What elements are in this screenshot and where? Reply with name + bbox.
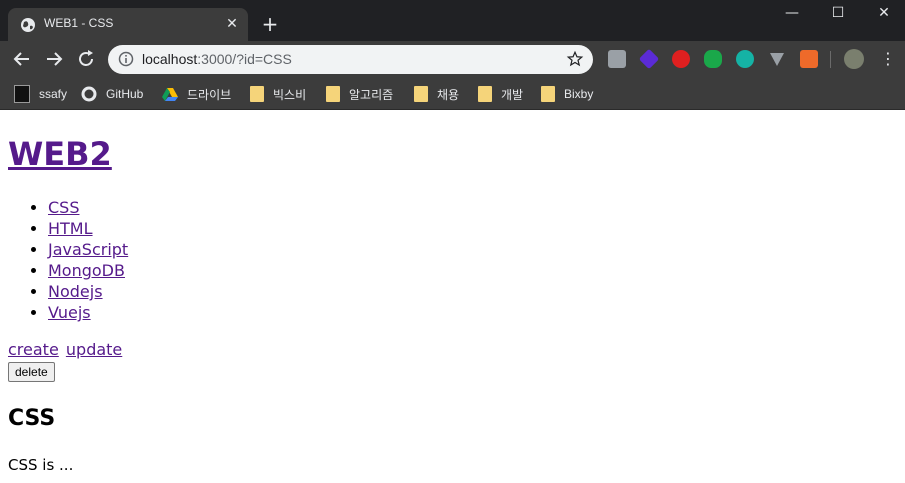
menu-kebab-icon[interactable]: ⋮	[880, 49, 896, 69]
topic-link-mongodb[interactable]: MongoDB	[48, 261, 125, 280]
bookmark-folder[interactable]: 개발	[478, 85, 523, 103]
folder-icon	[541, 86, 555, 102]
tab-title: WEB1 - CSS	[44, 16, 114, 30]
new-tab-icon[interactable]: +	[259, 14, 281, 36]
control-links: create update	[8, 339, 124, 360]
list-item: JavaScript	[48, 239, 128, 260]
profile-avatar[interactable]	[844, 49, 864, 69]
ext-4-icon[interactable]	[704, 50, 722, 68]
ext-6-icon[interactable]	[768, 50, 786, 68]
list-item: Vuejs	[48, 302, 128, 323]
close-tab-icon[interactable]: ✕	[224, 16, 240, 32]
url-text[interactable]: localhost:3000/?id=CSS	[142, 51, 292, 67]
address-bar[interactable]: localhost:3000/?id=CSS	[108, 45, 593, 74]
article-body: CSS is ...	[8, 456, 74, 474]
back-arrow-icon[interactable]	[10, 47, 34, 71]
delete-button[interactable]: delete	[8, 362, 55, 382]
globe-icon	[21, 18, 35, 32]
bookmark-folder[interactable]: 알고리즘	[326, 85, 393, 103]
topic-link-javascript[interactable]: JavaScript	[48, 240, 128, 259]
window-close-icon[interactable]: ✕	[861, 0, 905, 28]
browser-tab[interactable]: WEB1 - CSS ✕	[8, 8, 248, 41]
list-item: HTML	[48, 218, 128, 239]
forward-arrow-icon[interactable]	[42, 47, 66, 71]
folder-icon	[414, 86, 428, 102]
ext-2-icon[interactable]	[638, 48, 660, 70]
ext-7-icon[interactable]	[800, 50, 818, 68]
maximize-icon[interactable]: ☐	[815, 0, 861, 28]
page-content: WEB2 CSS HTML JavaScript MongoDB Nodejs …	[0, 110, 905, 483]
bookmark-folder[interactable]: 채용	[414, 85, 459, 103]
toolbar-divider	[830, 51, 831, 68]
bookmark-star-icon[interactable]	[566, 50, 584, 68]
page-title: WEB2	[8, 135, 112, 173]
ext-5-icon[interactable]	[736, 50, 754, 68]
browser-toolbar: localhost:3000/?id=CSS ⋮	[0, 41, 905, 78]
home-link[interactable]: WEB2	[8, 135, 112, 173]
browser-titlebar: WEB1 - CSS ✕ + — ☐ ✕	[0, 0, 905, 41]
list-item: MongoDB	[48, 260, 128, 281]
update-link[interactable]: update	[66, 340, 122, 359]
bookmarks-bar: ssafy GitHub 드라이브 빅스비 알고리즘 채용 개발 Bixby	[0, 78, 905, 110]
topic-link-html[interactable]: HTML	[48, 219, 93, 238]
folder-icon	[326, 86, 340, 102]
topic-link-vuejs[interactable]: Vuejs	[48, 303, 91, 322]
list-item: Nodejs	[48, 281, 128, 302]
reload-icon[interactable]	[74, 47, 98, 71]
bookmark-item[interactable]: GitHub	[81, 85, 143, 103]
bookmark-folder[interactable]: 빅스비	[250, 85, 306, 103]
bookmark-item[interactable]: ssafy	[14, 85, 67, 103]
minimize-icon[interactable]: —	[769, 0, 815, 28]
folder-icon	[478, 86, 492, 102]
google-drive-icon	[162, 88, 178, 101]
folder-icon	[250, 86, 264, 102]
topic-link-nodejs[interactable]: Nodejs	[48, 282, 103, 301]
site-info-icon[interactable]	[118, 51, 134, 67]
create-link[interactable]: create	[8, 340, 59, 359]
article-title: CSS	[8, 406, 56, 431]
list-item: CSS	[48, 197, 128, 218]
topic-link-css[interactable]: CSS	[48, 198, 79, 217]
bookmark-item[interactable]: 드라이브	[162, 85, 231, 103]
bookmark-folder[interactable]: Bixby	[541, 85, 593, 103]
topic-list: CSS HTML JavaScript MongoDB Nodejs Vuejs	[8, 197, 128, 323]
ext-3-icon[interactable]	[672, 50, 690, 68]
ssafy-icon	[14, 85, 30, 103]
github-icon	[81, 86, 97, 102]
ext-1-icon[interactable]	[608, 50, 626, 68]
